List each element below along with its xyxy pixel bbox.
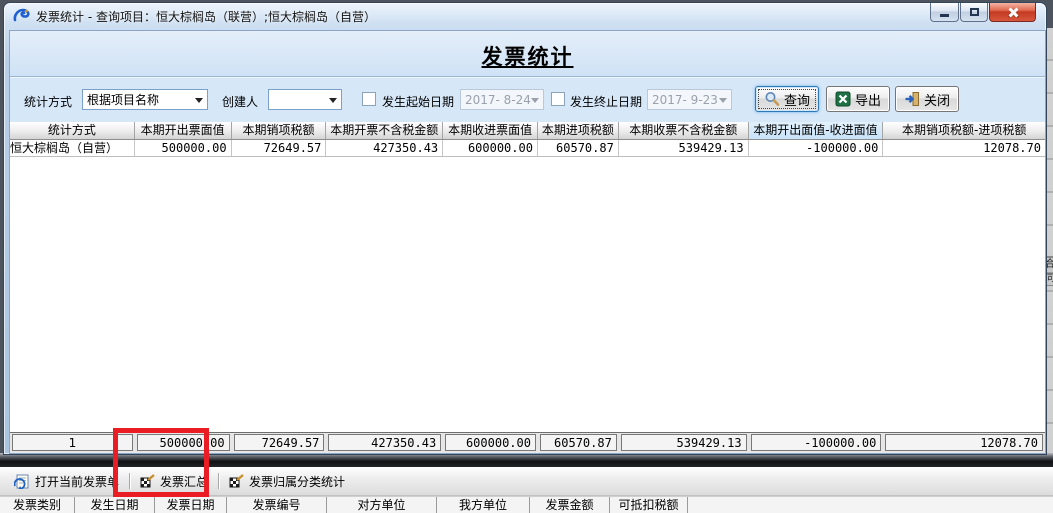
background-grid-header: 发票类别 发生日期 发票日期 发票编号 对方单位 我方单位 发票金额 可抵扣税额 bbox=[0, 496, 1053, 513]
bg-grid-filler bbox=[688, 497, 1053, 513]
row-input-tax: 60570.87 bbox=[538, 140, 619, 156]
start-date-checkbox[interactable] bbox=[362, 92, 376, 106]
export-label: 导出 bbox=[855, 90, 881, 109]
end-date-value: 2017- 9-23 bbox=[652, 93, 718, 107]
stat-method-label: 统计方式 bbox=[24, 93, 72, 110]
checker-tool-icon bbox=[229, 474, 244, 488]
creator-label: 创建人 bbox=[222, 93, 258, 110]
open-document-icon bbox=[14, 474, 30, 489]
invoice-stats-window: 发票统计 - 查询项目：恒大棕榈岛（联营）;恒大棕榈岛（自营） 发票统计 统计方… bbox=[3, 2, 1047, 455]
close-window-button[interactable]: 关闭 bbox=[895, 86, 959, 112]
column-output-tax[interactable]: 本期销项税额 bbox=[232, 122, 327, 139]
bg-column-invoice-no: 发票编号 bbox=[227, 497, 327, 513]
chevron-down-icon bbox=[329, 98, 337, 103]
page-title: 发票统计 bbox=[10, 41, 1045, 71]
maximize-button[interactable] bbox=[960, 3, 988, 22]
end-date-label: 发生终止日期 bbox=[570, 93, 642, 110]
grid-empty-area bbox=[10, 157, 1045, 432]
chevron-down-icon bbox=[531, 98, 539, 103]
table-row[interactable]: 恒大棕榈岛（自营） 500000.00 72649.57 427350.43 6… bbox=[10, 140, 1045, 157]
bg-column-invoice-amount: 发票金额 bbox=[530, 497, 610, 513]
bg-column-invoice-type: 发票类别 bbox=[0, 497, 75, 513]
title-bar[interactable]: 发票统计 - 查询项目：恒大棕榈岛（联营）;恒大棕榈岛（自营） bbox=[4, 3, 1046, 29]
row-issued-face-value: 500000.00 bbox=[135, 140, 232, 156]
annotation-red-box bbox=[113, 428, 209, 497]
window-controls bbox=[929, 3, 1036, 22]
toolbar-separator bbox=[218, 473, 219, 489]
query-label: 查询 bbox=[784, 90, 810, 109]
start-date-label: 发生起始日期 bbox=[382, 93, 454, 110]
open-current-invoice-label: 打开当前发票单 bbox=[35, 473, 119, 490]
start-date-select[interactable]: 2017- 8-24 bbox=[460, 89, 544, 110]
total-issued-minus-received: -100000.00 bbox=[751, 434, 882, 451]
end-date-select[interactable]: 2017- 9-23 bbox=[647, 89, 732, 110]
stat-method-value: 根据项目名称 bbox=[87, 91, 159, 108]
bg-column-deductible-tax: 可抵扣税额 bbox=[610, 497, 688, 513]
row-issued-minus-received: -100000.00 bbox=[749, 140, 884, 156]
end-date-checkbox[interactable] bbox=[551, 92, 565, 106]
total-output-tax: 72649.57 bbox=[234, 434, 325, 451]
stats-grid: 统计方式 本期开出票面值 本期销项税额 本期开票不含税金额 本期收进票面值 本期… bbox=[10, 122, 1045, 453]
row-received-face-value: 600000.00 bbox=[443, 140, 538, 156]
minimize-button[interactable] bbox=[930, 3, 959, 22]
invoice-classify-label: 发票归属分类统计 bbox=[249, 473, 345, 490]
bg-column-invoice-date: 发票日期 bbox=[155, 497, 227, 513]
close-window-label: 关闭 bbox=[924, 90, 950, 109]
total-issued-excl-tax: 427350.43 bbox=[328, 434, 441, 451]
close-icon bbox=[1007, 7, 1018, 18]
column-stat-method[interactable]: 统计方式 bbox=[10, 122, 135, 139]
bg-column-our-unit: 我方单位 bbox=[437, 497, 530, 513]
grid-header-row: 统计方式 本期开出票面值 本期销项税额 本期开票不含税金额 本期收进票面值 本期… bbox=[10, 122, 1045, 140]
total-input-tax: 60570.87 bbox=[540, 434, 617, 451]
column-input-tax[interactable]: 本期进项税额 bbox=[538, 122, 619, 139]
row-output-tax: 72649.57 bbox=[232, 140, 327, 156]
creator-select[interactable] bbox=[268, 89, 342, 110]
row-output-minus-input-tax: 12078.70 bbox=[883, 140, 1045, 156]
row-stat-method: 恒大棕榈岛（自营） bbox=[10, 140, 135, 156]
column-issued-minus-received[interactable]: 本期开出面值-收进面值 bbox=[749, 122, 884, 139]
total-received-face-value: 600000.00 bbox=[445, 434, 536, 451]
column-received-excl-tax[interactable]: 本期收票不含税金额 bbox=[619, 122, 749, 139]
open-current-invoice-button[interactable]: 打开当前发票单 bbox=[8, 471, 125, 492]
invoice-classify-button[interactable]: 发票归属分类统计 bbox=[223, 471, 351, 492]
app-swirl-icon bbox=[13, 8, 30, 24]
exit-door-icon bbox=[904, 91, 920, 107]
query-button[interactable]: 查询 bbox=[755, 86, 819, 112]
minimize-icon bbox=[940, 14, 949, 17]
column-issued-excl-tax[interactable]: 本期开票不含税金额 bbox=[326, 122, 443, 139]
close-button[interactable] bbox=[989, 3, 1036, 22]
maximize-icon bbox=[970, 8, 979, 16]
column-issued-face-value[interactable]: 本期开出票面值 bbox=[135, 122, 232, 139]
filter-toolbar: 统计方式 根据项目名称 创建人 发生起始日期 2017- 8-24 发生终止日期… bbox=[10, 77, 1045, 122]
start-date-value: 2017- 8-24 bbox=[465, 93, 531, 107]
column-received-face-value[interactable]: 本期收进票面值 bbox=[443, 122, 538, 139]
excel-icon bbox=[835, 91, 851, 107]
magnifier-icon bbox=[764, 91, 780, 107]
chevron-down-icon bbox=[719, 98, 727, 103]
stat-method-select[interactable]: 根据项目名称 bbox=[82, 89, 208, 110]
total-received-excl-tax: 539429.13 bbox=[621, 434, 747, 451]
row-received-excl-tax: 539429.13 bbox=[619, 140, 749, 156]
bg-column-counterparty: 对方单位 bbox=[327, 497, 437, 513]
total-output-minus-input-tax: 12078.70 bbox=[885, 434, 1043, 451]
bg-column-occur-date: 发生日期 bbox=[75, 497, 155, 513]
window-content: 发票统计 统计方式 根据项目名称 创建人 发生起始日期 2017- 8-24 发… bbox=[9, 30, 1046, 454]
export-button[interactable]: 导出 bbox=[826, 86, 890, 112]
row-issued-excl-tax: 427350.43 bbox=[326, 140, 443, 156]
chevron-down-icon bbox=[195, 98, 203, 103]
window-title: 发票统计 - 查询项目：恒大棕榈岛（联营）;恒大棕榈岛（自营） bbox=[36, 8, 376, 25]
column-output-minus-input-tax[interactable]: 本期销项税额-进项税额 bbox=[883, 122, 1045, 139]
page-header: 发票统计 bbox=[10, 31, 1045, 77]
